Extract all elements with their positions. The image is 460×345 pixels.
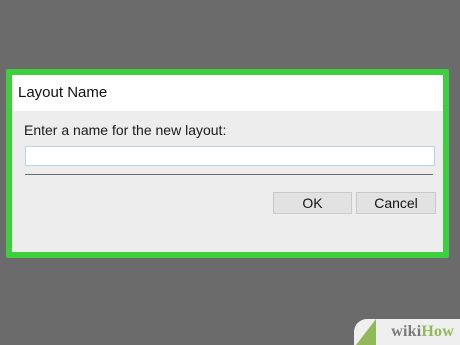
divider	[25, 174, 433, 175]
dialog-titlebar[interactable]: Layout Name	[12, 75, 443, 111]
watermark-how: How	[421, 323, 454, 340]
name-prompt-label: Enter a name for the new layout:	[24, 122, 227, 138]
wikihow-leaf-icon	[356, 319, 376, 345]
cancel-button[interactable]: Cancel	[356, 192, 436, 214]
watermark-wiki: wiki	[391, 323, 422, 340]
layout-name-input[interactable]	[25, 146, 435, 166]
wikihow-watermark: wikiHow	[354, 319, 460, 345]
layout-name-dialog: Layout Name Enter a name for the new lay…	[12, 75, 443, 252]
dialog-title: Layout Name	[18, 84, 108, 101]
watermark-text: wikiHow	[391, 323, 454, 341]
ok-button[interactable]: OK	[273, 192, 352, 214]
